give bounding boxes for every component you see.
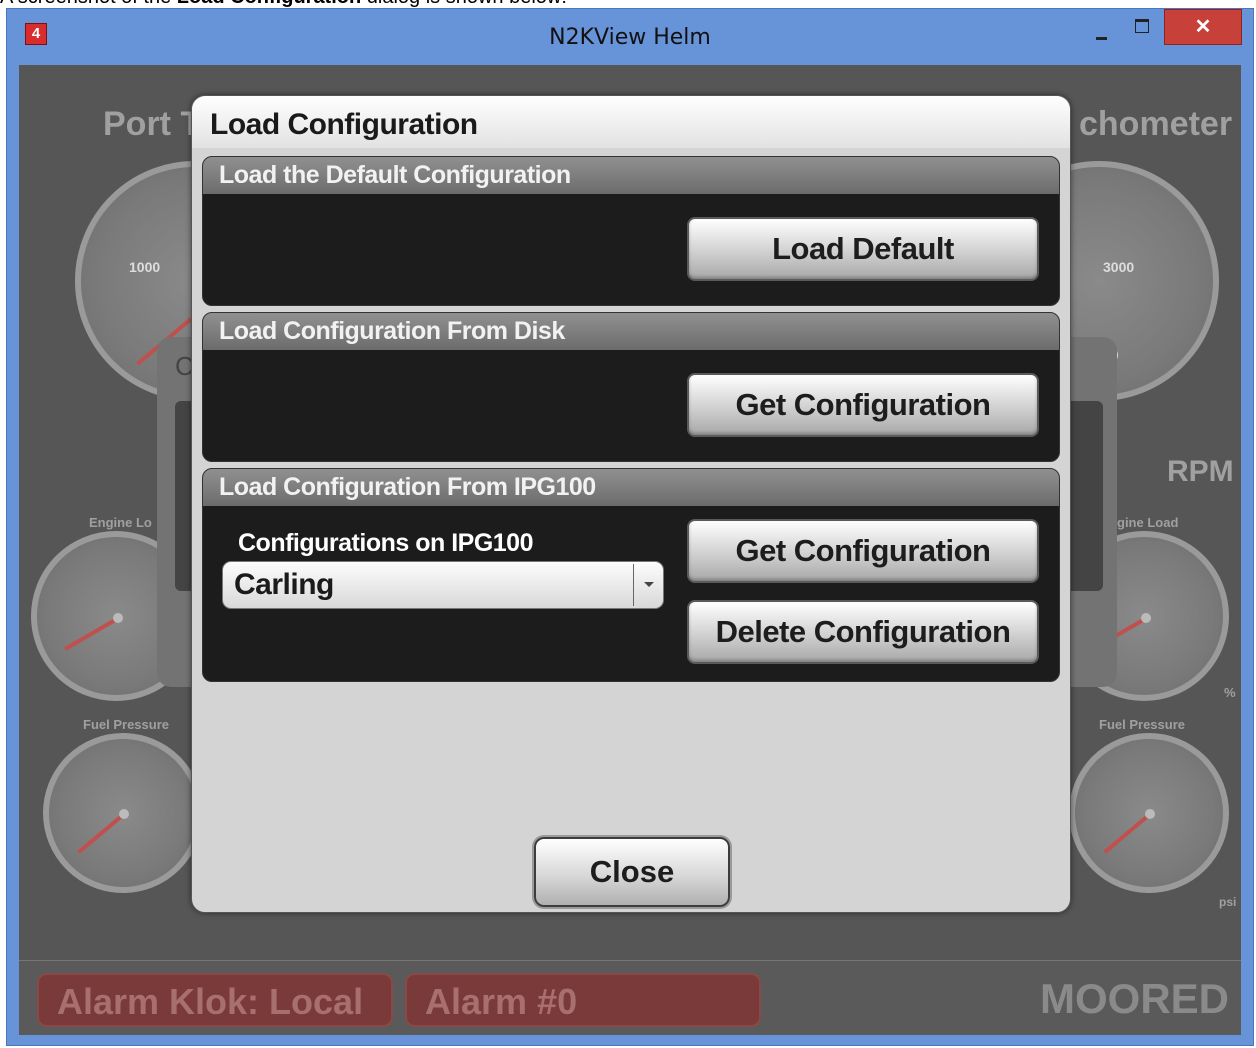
dialog-title-bar: Load Configuration [192,96,1070,148]
configuration-select[interactable]: Carling [222,561,664,609]
delete-configuration-button[interactable]: Delete Configuration [687,600,1039,664]
caption-prefix: A screenshot of the [0,0,171,8]
configuration-select-value: Carling [234,568,334,601]
maximize-button[interactable] [1127,15,1157,41]
port-tach-label: Port T [103,105,202,143]
gauge-tick-label: 3000 [1103,259,1135,275]
fuel-pressure-label-right: Fuel Pressure [1099,717,1185,732]
fuel-pressure-label-left: Fuel Pressure [83,717,169,732]
close-button[interactable]: Close [534,837,730,907]
configurations-label: Configurations on IPG100 [238,529,533,557]
status-label: MOORED [1040,975,1229,1022]
stbd-fuel-pressure-gauge [1069,733,1229,893]
alarm-bar: Alarm Klok: Local Alarm #0 MOORED [19,960,1241,1035]
panel-header: Load Configuration From IPG100 [203,469,1059,506]
caption: A screenshot of the Load Configuration d… [0,0,567,8]
gauge-needle [64,617,118,651]
chevron-down-icon[interactable] [635,562,663,608]
tachometer-label: chometer [1079,105,1233,143]
gauge-needle [1103,813,1151,854]
get-configuration-from-disk-button[interactable]: Get Configuration [687,373,1039,437]
engine-load-label-right: gine Load [1117,515,1179,530]
disk-config-panel: Load Configuration From Disk Get Configu… [202,312,1060,462]
engine-load-label-left: Engine Lo [89,515,152,530]
load-configuration-dialog: Load Configuration Load the Default Conf… [191,95,1071,913]
dialog-title: Load Configuration [210,108,478,141]
caption-suffix: dialog is shown below: [367,0,567,8]
port-fuel-pressure-gauge [43,733,203,893]
close-window-button[interactable]: ✕ [1164,9,1242,45]
get-configuration-from-ipg100-button[interactable]: Get Configuration [687,519,1039,583]
percent-unit: % [1224,685,1236,700]
window-title: N2KView Helm [549,25,711,50]
minimize-button[interactable] [1087,11,1117,41]
caption-bold: Load Configuration [177,0,361,8]
gauge-hub [1145,809,1155,819]
default-config-panel: Load the Default Configuration Load Defa… [202,156,1060,306]
select-divider [633,564,634,606]
ipg100-config-panel: Load Configuration From IPG100 Configura… [202,468,1060,682]
gauge-hub [1141,613,1151,623]
gauge-hub [119,809,129,819]
gauge-hub [113,613,123,623]
gauge-tick-label: 1000 [129,259,161,275]
load-default-button[interactable]: Load Default [687,217,1039,281]
alarm-count-button[interactable]: Alarm #0 [405,973,761,1027]
alarm-clock-button[interactable]: Alarm Klok: Local [37,973,393,1027]
psi-unit: psi [1219,895,1237,909]
title-bar[interactable]: 4 N2KView Helm ✕ [7,9,1253,65]
panel-header: Load the Default Configuration [203,157,1059,194]
panel-header: Load Configuration From Disk [203,313,1059,350]
rpm-label: RPM [1167,455,1234,488]
gauge-needle [77,813,125,854]
